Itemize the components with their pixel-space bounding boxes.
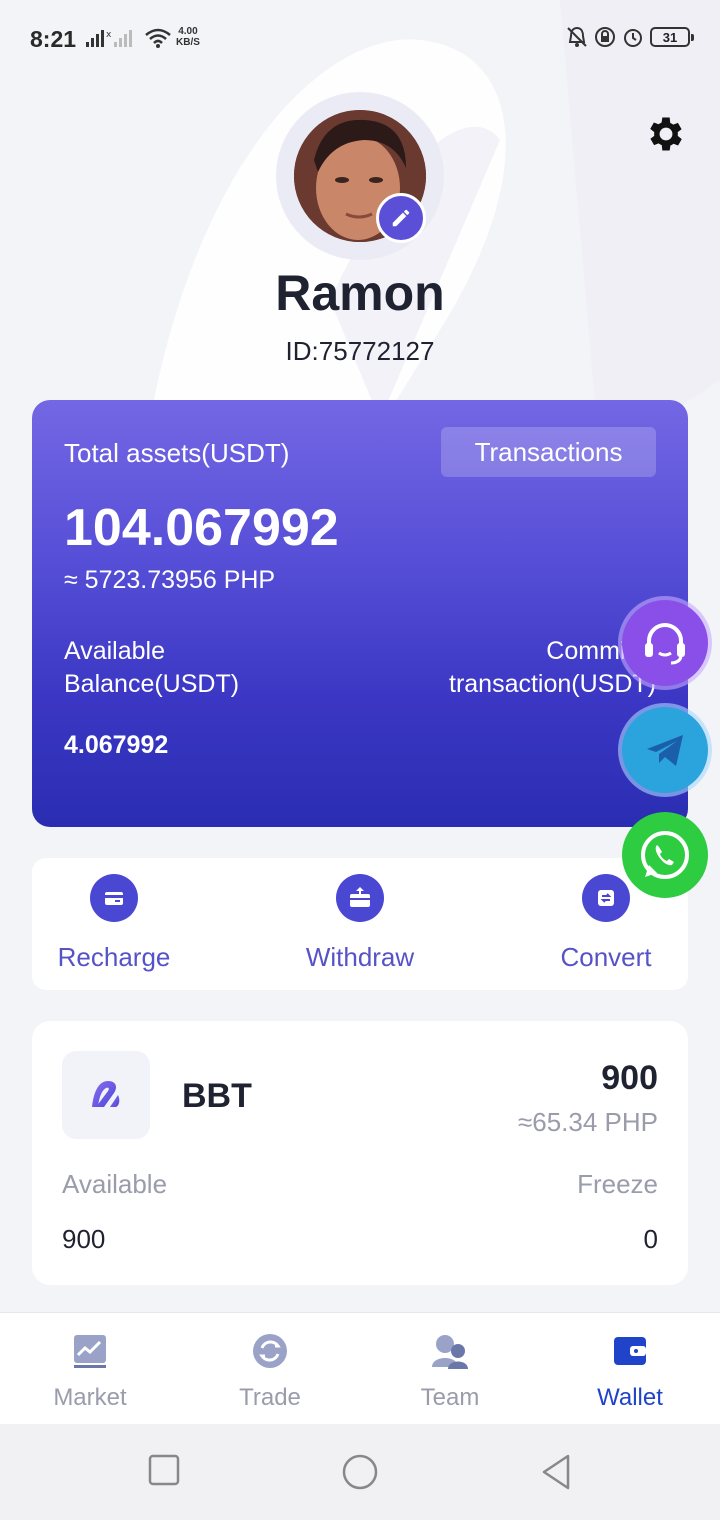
asset-card: Total assets(USDT) Transactions 104.0679…	[32, 400, 688, 827]
system-nav-bar	[0, 1424, 720, 1520]
nav-wallet-label: Wallet	[597, 1384, 663, 1411]
customer-support-button[interactable]	[622, 600, 708, 686]
net-speed-value: 4.00	[178, 26, 198, 37]
home-button[interactable]	[341, 1454, 379, 1490]
svg-text:x: x	[106, 30, 112, 40]
coin-available-label: Available	[62, 1169, 168, 1199]
status-time: 8:21	[30, 26, 77, 52]
commission-label-line1: Commissi	[546, 637, 656, 665]
bottom-nav: Market Trade Team Wallet	[0, 1312, 720, 1424]
signal-icon: x	[86, 30, 132, 47]
coin-available-value: 900	[62, 1224, 106, 1254]
telegram-icon	[647, 735, 683, 766]
edit-avatar-button[interactable]	[376, 193, 426, 243]
alarm-icon	[624, 29, 642, 47]
available-balance-label: Available Balance(USDT)	[64, 637, 240, 698]
trade-icon	[253, 1334, 287, 1368]
total-assets-label: Total assets(USDT)	[64, 438, 290, 468]
available-balance-value: 4.067992	[64, 731, 169, 759]
market-icon	[74, 1335, 106, 1368]
nav-team[interactable]: Team	[360, 1331, 540, 1412]
commission-label: Commissi transaction(USDT)	[396, 635, 656, 701]
convert-icon	[582, 874, 630, 922]
back-button[interactable]	[540, 1454, 572, 1490]
withdraw-button[interactable]: Withdraw	[270, 874, 450, 984]
coin-php-value: ≈65.34 PHP	[517, 1107, 658, 1137]
coin-freeze-value: 0	[643, 1224, 658, 1254]
gear-icon	[650, 117, 682, 151]
bell-muted-icon	[567, 26, 587, 47]
coin-name: BBT	[182, 1077, 252, 1115]
status-bar: 8:21 x 4.00 KB/S 31	[0, 0, 720, 76]
user-id: ID:75772127	[285, 336, 435, 366]
wallet-icon	[614, 1337, 646, 1365]
headset-icon	[645, 623, 685, 665]
rotation-lock-icon	[595, 27, 615, 47]
coin-freeze-label: Freeze	[577, 1169, 658, 1199]
recharge-button[interactable]: Recharge	[24, 874, 204, 984]
wifi-icon	[145, 28, 171, 48]
coin-card[interactable]: BBT 900 ≈65.34 PHP Available Freeze 900 …	[32, 1021, 688, 1285]
nav-trade[interactable]: Trade	[180, 1331, 360, 1412]
transactions-button[interactable]: Transactions	[441, 427, 656, 477]
card-icon	[90, 874, 138, 922]
withdraw-label: Withdraw	[305, 942, 415, 972]
net-speed-unit: KB/S	[176, 37, 200, 48]
total-assets-value: 104.067992	[64, 499, 339, 557]
commission-label-line2: transaction(USDT)	[449, 670, 656, 698]
nav-market[interactable]: Market	[0, 1331, 180, 1412]
recent-apps-button[interactable]	[148, 1454, 180, 1486]
actions-card: Recharge Withdraw Convert	[32, 858, 688, 990]
coin-amount: 900	[601, 1059, 658, 1097]
withdraw-icon	[336, 874, 384, 922]
total-assets-php: ≈ 5723.73956 PHP	[64, 566, 276, 594]
telegram-button[interactable]	[622, 707, 708, 793]
battery-indicator: 31	[650, 27, 694, 47]
pencil-icon	[392, 209, 410, 227]
whatsapp-icon	[641, 831, 689, 879]
nav-trade-label: Trade	[239, 1384, 301, 1411]
settings-button[interactable]	[644, 112, 688, 156]
convert-label: Convert	[560, 942, 652, 972]
status-icons: 31	[566, 26, 694, 48]
nav-team-label: Team	[420, 1384, 480, 1411]
net-speed: 4.00 KB/S	[176, 26, 200, 48]
username: Ramon	[275, 265, 445, 321]
nav-market-label: Market	[53, 1384, 127, 1411]
bbt-logo-icon	[62, 1051, 150, 1139]
nav-wallet[interactable]: Wallet	[540, 1331, 720, 1412]
recharge-label: Recharge	[57, 942, 171, 972]
team-icon	[432, 1335, 468, 1369]
whatsapp-button[interactable]	[622, 812, 708, 898]
